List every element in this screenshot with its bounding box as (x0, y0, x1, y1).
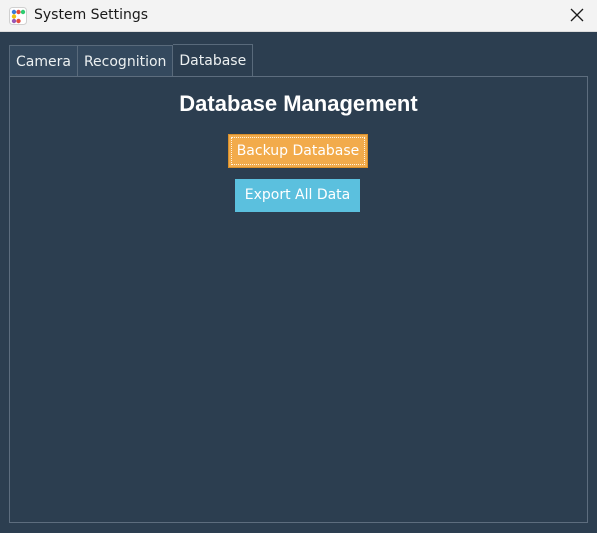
close-icon (570, 7, 584, 26)
settings-window: System Settings Camera Recognition Datab… (0, 0, 597, 533)
tab-bar: Camera Recognition Database (9, 44, 254, 77)
focus-ring (231, 137, 365, 165)
database-tab-panel: Database Management Backup Database Expo… (9, 76, 588, 523)
tab-recognition[interactable]: Recognition (77, 45, 174, 77)
backup-database-button[interactable]: Backup Database (228, 134, 368, 168)
export-all-data-label: Export All Data (244, 187, 351, 203)
tab-camera[interactable]: Camera (9, 45, 78, 77)
close-button[interactable] (557, 0, 597, 32)
window-title: System Settings (34, 7, 149, 23)
export-all-data-button[interactable]: Export All Data (235, 179, 360, 212)
page-title: Database Management (179, 91, 418, 116)
tab-database[interactable]: Database (173, 44, 254, 77)
app-dots-icon (9, 7, 27, 25)
title-bar: System Settings (0, 0, 597, 32)
